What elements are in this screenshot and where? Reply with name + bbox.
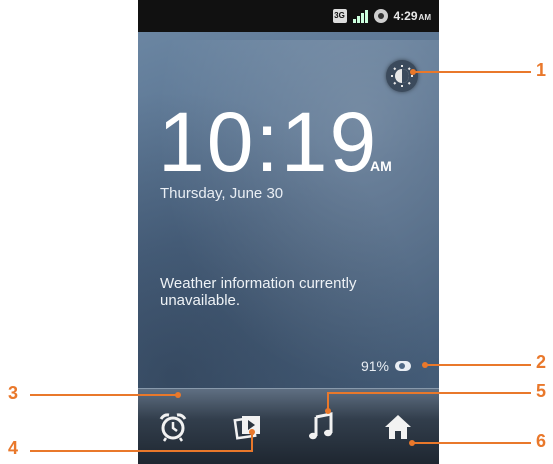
status-time: 4:29AM: [394, 9, 431, 23]
status-bar: 3G 4:29AM: [138, 0, 439, 32]
status-time-value: 4:29: [393, 9, 418, 23]
clock-time: 10:19: [158, 95, 379, 189]
clock-date: Thursday, June 30: [160, 185, 284, 202]
phone-screen: 3G 4:29AM 10:19 AM Thursday, June 30 Wea…: [138, 0, 439, 464]
callout-1-line: [413, 71, 531, 73]
status-time-ampm: AM: [418, 13, 431, 22]
battery-percent: 91%: [360, 358, 389, 374]
callout-5-line: [327, 392, 531, 394]
brightness-button[interactable]: [386, 60, 418, 92]
alarm-icon: [159, 413, 187, 442]
gallery-icon: [233, 416, 260, 440]
callout-6-line: [412, 442, 531, 444]
callout-4-riser: [251, 432, 253, 452]
music-button[interactable]: [301, 407, 341, 447]
status-icons: 3G 4:29AM: [332, 0, 431, 32]
home-icon: [385, 415, 411, 439]
callout-1-number: 1: [536, 60, 547, 80]
callout-3-dot: [175, 392, 181, 398]
callout-5-number: 5: [536, 381, 547, 401]
clock-widget: 10:19 AM: [158, 95, 392, 189]
brightness-icon: [391, 65, 413, 87]
callout-4-number: 4: [8, 438, 19, 458]
weather-message: Weather information currently unavailabl…: [160, 275, 357, 309]
callout-3-number: 3: [8, 383, 19, 403]
callout-4-dot: [249, 429, 255, 435]
clock-ampm: AM: [370, 158, 392, 174]
callout-3-line: [30, 394, 178, 396]
battery-icon: [395, 361, 411, 371]
dock-bar: [138, 388, 439, 464]
gallery-button[interactable]: [228, 407, 268, 447]
network-3g-icon: 3G: [332, 9, 347, 23]
music-icon: [309, 412, 333, 440]
callout-6-number: 6: [536, 431, 547, 451]
callout-4-line: [30, 450, 253, 452]
callout-2-line: [425, 364, 531, 366]
callout-2-number: 2: [536, 352, 547, 372]
signal-icon: [352, 9, 368, 23]
alarm-button[interactable]: [153, 407, 193, 447]
battery-status-icon: [373, 9, 388, 23]
battery-status: 91%: [361, 358, 411, 374]
callout-5-dot: [325, 408, 331, 414]
